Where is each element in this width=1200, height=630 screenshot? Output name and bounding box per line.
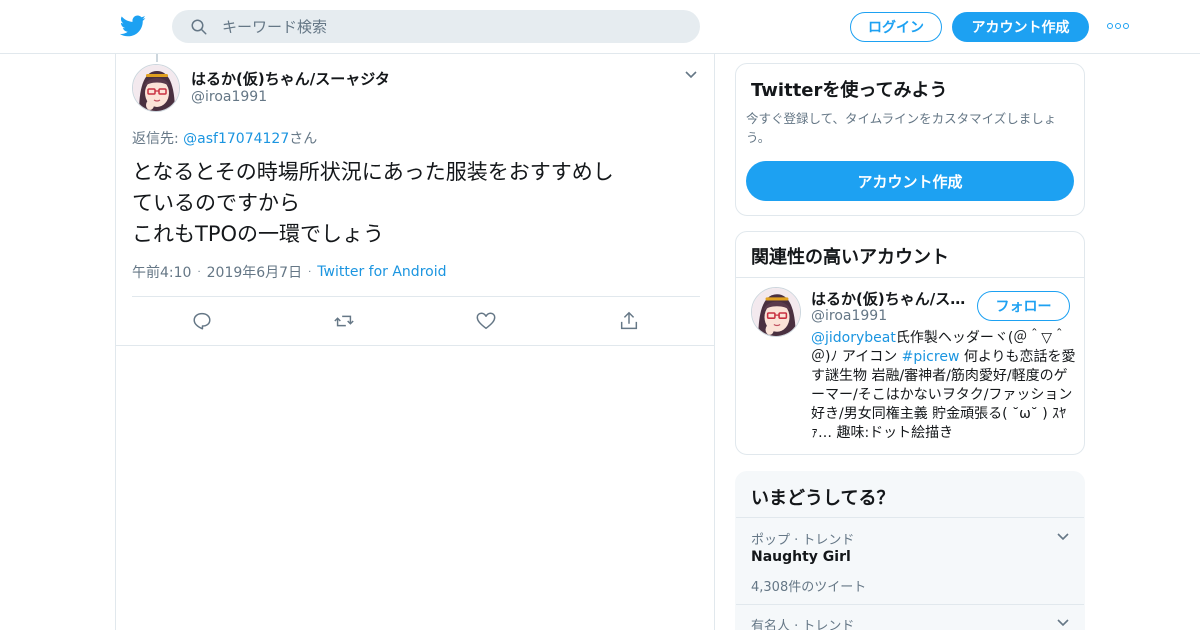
top-navigation-bar: ログイン アカウント作成: [0, 0, 1200, 54]
related-card-title: 関連性の高いアカウント: [751, 247, 949, 268]
related-account-handle[interactable]: @iroa1991: [811, 308, 887, 324]
related-account-bio: @jidorybeat氏作製ヘッダーヾ(＠＾▽＾＠)ﾉ アイコン #picrew…: [811, 329, 1076, 443]
login-button[interactable]: ログイン: [850, 12, 942, 42]
signup-card-button[interactable]: アカウント作成: [746, 161, 1074, 201]
bio-mention-link[interactable]: @jidorybeat: [811, 330, 896, 346]
reply-to-prefix: 返信先:: [132, 131, 184, 147]
tweet-text-line: これもTPOの一環でしょう: [132, 222, 385, 246]
divider: [736, 277, 1084, 278]
avatar-illustration-icon: [752, 288, 800, 336]
avatar-illustration-icon: [133, 65, 179, 111]
tweet-text-line: ているのですから: [132, 191, 300, 215]
tweet-text: となるとその時場所状況にあった服装をおすすめし ているのですから これもTPOの…: [132, 157, 702, 250]
divider: [736, 517, 1084, 518]
tweet-column: はるか(仮)ちゃん/スーャジタ @iroa1991 返信先: @asf17074…: [115, 54, 715, 630]
trend-name[interactable]: Naughty Girl: [751, 549, 851, 565]
trends-card-title: いまどうしてる？: [751, 488, 895, 509]
tweet-date[interactable]: 2019年6月7日: [207, 262, 302, 282]
tweet-author-name[interactable]: はるか(仮)ちゃん/スーャジタ: [191, 68, 390, 89]
retweet-icon[interactable]: [333, 310, 355, 332]
reply-mention-link[interactable]: @asf17074127: [183, 131, 289, 147]
chevron-down-icon[interactable]: [684, 70, 698, 80]
signup-button[interactable]: アカウント作成: [952, 12, 1089, 42]
trend-category: ポップ · トレンド: [751, 533, 855, 548]
separator-dot: ·: [197, 266, 201, 278]
chevron-down-icon[interactable]: [1056, 532, 1070, 542]
search-icon: [191, 19, 207, 35]
related-accounts-card: 関連性の高いアカウント はるか(仮)ちゃん/ス… @iroa1991 フォロー …: [735, 231, 1085, 455]
tweet-source-link[interactable]: Twitter for Android: [317, 264, 446, 280]
avatar[interactable]: [132, 64, 180, 112]
tweet-text-line: となるとその時場所状況にあった服装をおすすめし: [132, 160, 614, 184]
related-account-name[interactable]: はるか(仮)ちゃん/ス…: [811, 288, 966, 309]
follow-button[interactable]: フォロー: [977, 291, 1070, 321]
tweet-time[interactable]: 午前4:10: [132, 262, 191, 282]
avatar[interactable]: [751, 287, 801, 337]
trends-card: いまどうしてる？ ポップ · トレンド Naughty Girl 4,308件の…: [735, 471, 1085, 630]
chevron-down-icon[interactable]: [1056, 618, 1070, 628]
separator-dot: ·: [308, 266, 312, 278]
divider: [736, 604, 1084, 605]
signup-card-title: Twitterを使ってみよう: [751, 80, 948, 101]
tweet-metadata: 午前4:10 · 2019年6月7日 · Twitter for Android: [132, 262, 446, 282]
signup-promo-card: Twitterを使ってみよう 今すぐ登録して、タイムラインをカスタマイズしましょ…: [735, 63, 1085, 216]
more-options-icon[interactable]: [1107, 21, 1131, 31]
divider: [132, 296, 700, 297]
like-heart-icon[interactable]: [475, 310, 497, 332]
share-icon[interactable]: [618, 310, 640, 332]
reply-to-suffix: さん: [289, 131, 318, 147]
search-bar: [172, 10, 700, 43]
trend-tweet-count: 4,308件のツイート: [751, 580, 867, 595]
trend-category: 有名人 · トレンド: [751, 619, 855, 630]
tweet-author-handle[interactable]: @iroa1991: [191, 89, 267, 105]
search-input[interactable]: [222, 10, 682, 43]
twitter-bird-logo-icon[interactable]: [120, 13, 146, 39]
tweet: はるか(仮)ちゃん/スーャジタ @iroa1991 返信先: @asf17074…: [116, 54, 714, 346]
reply-to-line: 返信先: @asf17074127さん: [132, 128, 317, 148]
signup-card-description: 今すぐ登録して、タイムラインをカスタマイズしましょう。: [746, 111, 1057, 145]
bio-hashtag-link[interactable]: #picrew: [902, 349, 960, 365]
reply-icon[interactable]: [191, 310, 213, 332]
